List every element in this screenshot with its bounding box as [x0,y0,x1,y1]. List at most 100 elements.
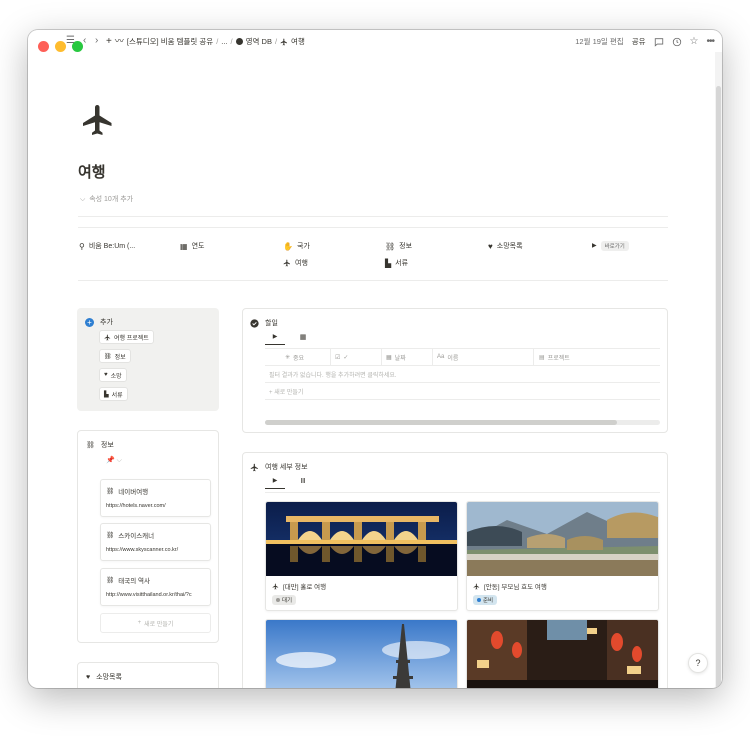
add-wish-label: 소망 [110,373,122,380]
wishlist-card: ♥ 소망목록 [77,662,219,688]
link-chain-icon: ⛓ [106,577,115,584]
properties-toggle[interactable]: ⌵ 속성 10개 추가 [80,194,133,204]
link-chain-icon: ⛓ [86,442,95,449]
gallery-card-andong[interactable]: [안동] 부모님 효도 여행 준비 [466,501,659,611]
info-link-url[interactable]: http://www.visitthailand.or.kr/thai/?c [106,592,210,598]
link-year-label: 연도 [191,243,205,250]
back-arrow-icon[interactable]: ‹ [83,35,86,47]
documents-icon: ▙ [104,391,109,398]
tab-list-view[interactable]: ▶ [265,333,285,345]
add-document-button[interactable]: ▙ 서류 [99,387,128,401]
link-travel-label: 여행 [295,260,308,267]
chevron-down-icon: ⌵ [80,196,86,203]
gallery-card-paris[interactable] [265,619,458,688]
gallery-card-taiwan[interactable]: [대만] 홀로 여행 대기 [265,501,458,611]
status-label: 대기 [282,598,293,604]
page-scroll-thumb[interactable] [716,86,721,688]
link-beum-label: 비움 Be:Um (... [88,243,136,250]
status-badge: 대기 [272,595,297,605]
column-header-project[interactable]: ▤ 프로젝트 [539,351,570,363]
close-window-button[interactable] [38,41,49,52]
breadcrumb-ellipsis[interactable]: ... [221,37,227,46]
trip-detail-panel: 여행 세부 정보 ▶ Ⅲ [대만] 홀로 여행 대기 [안동] 부모님 효도 여… [242,452,668,688]
info-link-url[interactable]: https://www.skyscanner.co.kr/ [106,547,210,553]
info-new-button[interactable]: + 새로 만들기 [100,613,211,633]
favorite-star-icon[interactable]: ☆ [690,37,699,47]
breadcrumb: + 〰 [스튜디오] 비움 템플릿 공유 / ... / 영역 DB / 여행 [106,36,305,47]
info-link-card[interactable]: ⛓ 태국의 역사 http://www.visitthailand.or.kr/t… [100,568,211,606]
history-clock-icon[interactable] [672,37,682,47]
link-documents[interactable]: ▙ 서류 [385,258,408,268]
airplane-icon [280,38,288,45]
breadcrumb-item-travel[interactable]: 여행 [291,36,305,47]
text-type-icon: Aa [437,354,445,360]
add-wish-button[interactable]: ♥ 소망 [99,368,127,382]
airplane-icon [272,583,279,589]
breadcrumb-item-workspace[interactable]: [스튜디오] 비움 템플릿 공유 [127,36,213,47]
link-year[interactable]: ▦ 연도 [180,241,204,251]
tab-gallery-view[interactable]: ▶ [265,477,285,489]
link-travel[interactable]: 여행 [283,258,308,268]
page-airplane-icon[interactable] [80,102,116,138]
hand-icon: ✋ [283,241,293,251]
todo-new-row[interactable]: + 새로 만들기 [269,387,303,396]
gallery-card-japan[interactable] [466,619,659,688]
more-options-icon[interactable]: ••• [706,37,714,47]
minimize-window-button[interactable] [55,41,66,52]
add-info-button[interactable]: ⛓ 정보 [99,349,131,363]
column-header-check[interactable]: ☑ ✓ [335,351,348,363]
column-header-name[interactable]: Aa 이름 [437,351,458,363]
airplane-icon [104,334,111,340]
forward-arrow-icon[interactable]: › [95,35,98,47]
todo-horizontal-scrollbar[interactable] [265,420,660,425]
checkbox-icon: ☑ [335,354,341,361]
browser-window: ☰ ‹ › + 〰 [스튜디오] 비움 템플릿 공유 / ... / 영역 DB… [28,30,722,688]
triangle-right-icon: ▶ [272,334,278,340]
cover-image-andong [467,502,658,576]
cover-image-taiwan [266,502,457,576]
link-beum[interactable]: ⚲ 비움 Be:Um (... [79,241,135,251]
pin-filter[interactable]: 📌 ⌵ [106,456,122,465]
airplane-icon [283,259,290,267]
page-scrollbar[interactable] [715,52,722,688]
info-link-card[interactable]: ⛓ 스카이스캐너 https://www.skyscanner.co.kr/ [100,523,211,561]
trip-view-tabs: ▶ Ⅲ [265,477,313,489]
comment-icon[interactable] [654,37,664,47]
plus-circle-icon: + [85,317,94,327]
link-chain-icon: ⛓ [385,241,396,251]
link-wishlist[interactable]: ♥ 소망목록 [488,241,523,251]
chevron-down-icon: ⌵ [116,457,122,464]
breadcrumb-item-area-db[interactable]: 영역 DB [246,36,272,47]
share-button[interactable]: 공유 [632,36,646,47]
add-card-title: 추가 [100,319,113,326]
empty-filter-message[interactable]: 필터 결과가 없습니다. 행을 추가하려면 클릭하세요. [269,370,397,379]
heart-icon: ♥ [488,241,493,251]
sidebar-menu-icon[interactable]: ☰ [66,35,75,47]
info-link-url[interactable]: https://hotels.naver.com/ [106,503,210,509]
add-card-header: + 추가 [85,317,113,327]
link-chain-icon: ⛓ [104,353,112,360]
link-chain-icon: ⛓ [106,488,115,495]
info-link-card[interactable]: ⛓ 네이버여행 https://hotels.naver.com/ [100,479,211,517]
todo-scroll-thumb[interactable] [265,420,617,425]
page-title[interactable]: 여행 [78,161,106,182]
tab-calendar-view[interactable]: ▦ [293,333,313,345]
link-info[interactable]: ⛓ 정보 [385,241,412,251]
help-button[interactable]: ? [688,653,708,673]
shortcut-toggle[interactable]: ▶ 바로가기 [592,241,629,251]
link-chain-icon: ⛓ [106,532,115,539]
top-right-actions: 12월 19일 편집 공유 ☆ ••• [575,36,715,47]
trip-detail-title[interactable]: 여행 세부 정보 [265,462,308,472]
todo-title[interactable]: 할일 [265,318,278,328]
info-link-title: 태국의 역사 [118,578,150,585]
column-header-date[interactable]: ▦ 날짜 [386,351,406,363]
wave-logo-icon: 〰 [114,36,124,46]
sparkle-icon: ✳ [285,354,291,361]
todo-view-tabs: ▶ ▦ [265,333,313,345]
column-header-important[interactable]: ✳ 중요 [285,351,304,363]
plus-icon: + [269,390,273,396]
add-travel-project-button[interactable]: 여행 프로젝트 [99,330,154,344]
tab-board-view[interactable]: Ⅲ [293,477,313,489]
link-country[interactable]: ✋ 국가 [283,241,310,251]
new-page-plus-icon[interactable]: + [106,37,112,47]
